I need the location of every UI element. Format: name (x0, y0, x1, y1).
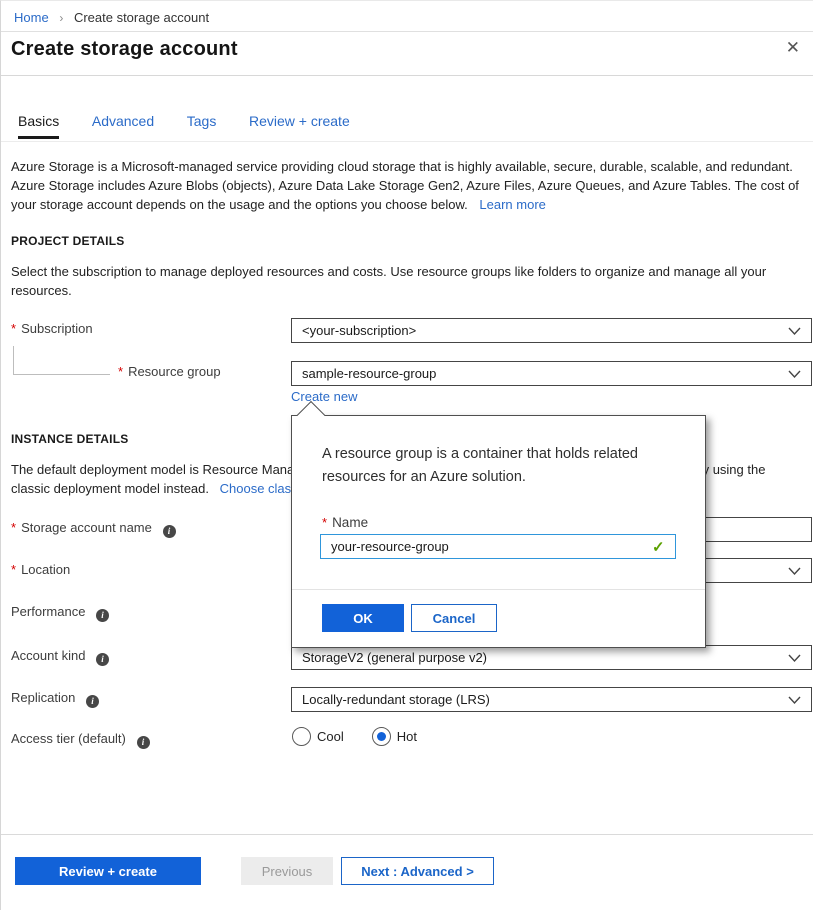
replication-value: Locally-redundant storage (LRS) (302, 692, 490, 707)
required-marker: * (11, 321, 17, 336)
intro-paragraph: Azure Storage is a Microsoft-managed ser… (11, 157, 807, 214)
breadcrumb-divider (1, 31, 813, 32)
ok-button[interactable]: OK (322, 604, 404, 632)
create-new-link[interactable]: Create new (291, 389, 357, 404)
popup-name-label: * Name (322, 515, 369, 530)
cancel-button[interactable]: Cancel (411, 604, 497, 632)
instance-details-heading: INSTANCE DETAILS (11, 432, 129, 446)
info-icon: i (162, 524, 176, 538)
required-marker: * (118, 364, 124, 379)
tab-basics[interactable]: Basics (18, 113, 60, 139)
info-icon: i (96, 608, 110, 622)
radio-hot-label: Hot (396, 729, 417, 744)
resource-group-name-input[interactable] (320, 534, 676, 559)
account-kind-select[interactable]: StorageV2 (general purpose v2) (291, 645, 812, 670)
header-divider (1, 75, 813, 76)
resource-group-connector-horizontal (13, 374, 110, 375)
radio-cool-label: Cool (317, 729, 344, 744)
chevron-down-icon (788, 654, 801, 663)
project-details-description: Select the subscription to manage deploy… (11, 264, 767, 298)
replication-select[interactable]: Locally-redundant storage (LRS) (291, 687, 812, 712)
radio-cool[interactable] (292, 727, 311, 746)
review-create-button[interactable]: Review + create (15, 857, 201, 885)
tab-tags[interactable]: Tags (187, 113, 217, 136)
previous-button[interactable]: Previous (241, 857, 333, 885)
create-storage-account-page: Home › Create storage account Create sto… (0, 0, 813, 910)
resource-group-connector-vertical (13, 346, 14, 374)
intro-text: Azure Storage is a Microsoft-managed ser… (11, 159, 799, 212)
info-icon: i (85, 694, 99, 708)
account-kind-value: StorageV2 (general purpose v2) (302, 650, 488, 665)
breadcrumb-separator-icon: › (59, 11, 64, 25)
location-label: * Location (11, 562, 71, 577)
resource-group-select[interactable]: sample-resource-group (291, 361, 812, 386)
popup-arrow (296, 400, 326, 430)
info-icon: i (96, 652, 110, 666)
required-marker: * (11, 562, 17, 577)
subscription-select[interactable]: <your-subscription> (291, 318, 812, 343)
subscription-value: <your-subscription> (302, 323, 417, 338)
valid-check-icon: ✓ (652, 539, 665, 556)
resource-group-label: * Resource group (118, 364, 221, 379)
create-resource-group-popup: A resource group is a container that hol… (291, 400, 706, 648)
popup-divider (292, 589, 705, 590)
storage-account-name-label: * Storage account name i (11, 520, 176, 538)
project-details-heading: PROJECT DETAILS (11, 234, 125, 248)
chevron-down-icon (788, 327, 801, 336)
resource-group-value: sample-resource-group (302, 366, 437, 381)
performance-label: Performance i (11, 604, 110, 622)
replication-label: Replication i (11, 690, 99, 708)
account-kind-label: Account kind i (11, 648, 110, 666)
radio-selected-dot (376, 732, 386, 741)
breadcrumb-current: Create storage account (73, 10, 210, 25)
learn-more-link[interactable]: Learn more (479, 197, 545, 212)
footer-divider (1, 834, 813, 835)
tab-bar: Basics Advanced Tags Review + create (1, 113, 813, 142)
breadcrumb-home-link[interactable]: Home (14, 10, 49, 25)
radio-hot[interactable] (371, 727, 391, 746)
popup-description: A resource group is a container that hol… (322, 446, 638, 485)
chevron-down-icon (788, 567, 801, 576)
info-icon: i (136, 735, 150, 749)
next-advanced-button[interactable]: Next : Advanced > (341, 857, 494, 885)
breadcrumb: Home › Create storage account (14, 10, 209, 25)
chevron-down-icon (788, 696, 801, 705)
page-title: Create storage account (11, 38, 238, 60)
close-icon[interactable]: ✕ (786, 39, 800, 56)
tab-advanced[interactable]: Advanced (92, 113, 154, 136)
required-marker: * (11, 520, 17, 535)
access-tier-label: Access tier (default) i (11, 731, 150, 749)
access-tier-radio-group: Cool Hot (292, 727, 439, 746)
tab-review-create[interactable]: Review + create (249, 113, 350, 136)
required-marker: * (322, 515, 328, 530)
subscription-label: * Subscription (11, 321, 93, 336)
chevron-down-icon (788, 370, 801, 379)
